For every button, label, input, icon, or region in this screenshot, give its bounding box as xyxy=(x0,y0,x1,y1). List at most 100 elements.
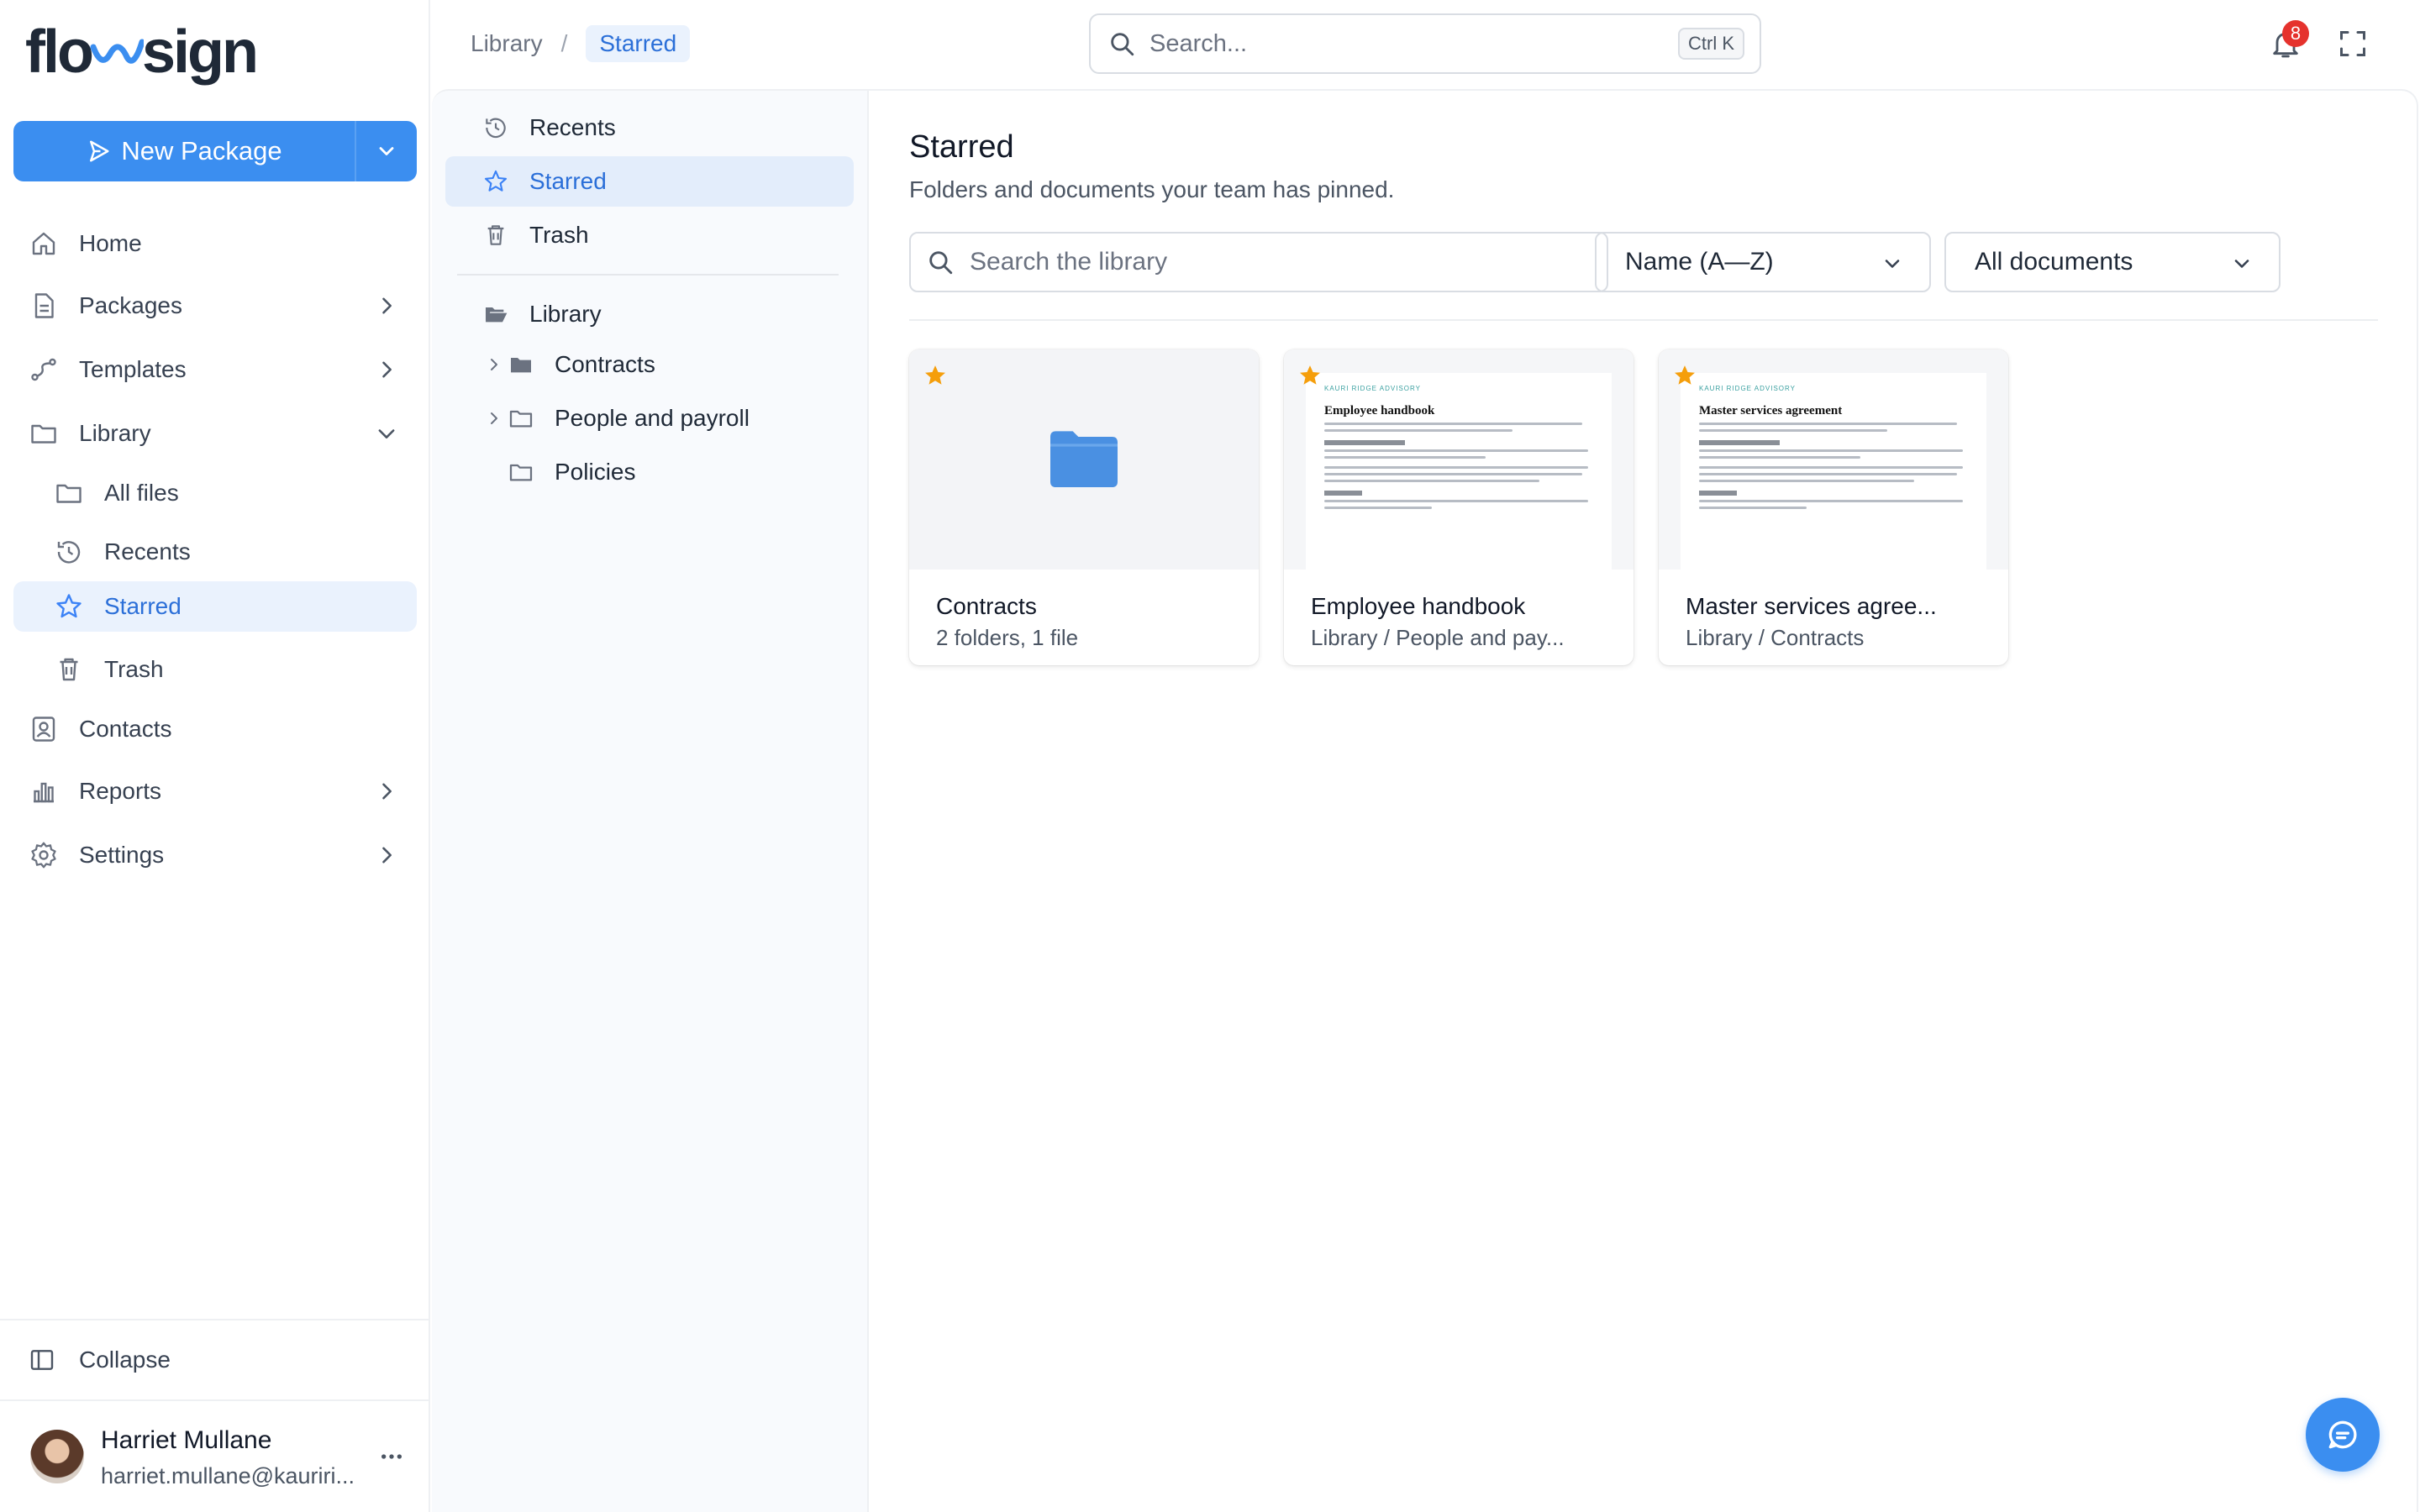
tree-label: Policies xyxy=(555,459,636,485)
logo-text-left: flo xyxy=(25,18,94,86)
library-search-input[interactable]: Search the library xyxy=(909,232,1608,292)
nav-label: Starred xyxy=(104,593,182,619)
filter-value: All documents xyxy=(1975,248,2133,276)
nav-label: Trash xyxy=(104,656,164,682)
user-name: Harriet Mullane xyxy=(101,1426,272,1454)
search-icon xyxy=(1111,33,1134,56)
app-logo[interactable]: flo sign xyxy=(25,18,259,86)
chevron-down-icon xyxy=(379,147,394,155)
chevron-right-icon[interactable] xyxy=(484,354,504,375)
folder-icon xyxy=(509,410,533,428)
tree-item-policies[interactable]: Policies xyxy=(445,447,854,497)
folder-icon xyxy=(509,464,533,481)
tree-label: Contracts xyxy=(555,351,655,377)
starred-icon[interactable] xyxy=(1672,363,1697,388)
library-tree-panel: Recents Starred Trash Library Contracts … xyxy=(432,89,869,1512)
home-icon xyxy=(32,232,55,255)
nav-item-trash[interactable]: Trash xyxy=(13,640,417,699)
document-brand: KAURI RIDGE ADVISORY xyxy=(1699,385,1796,392)
chevron-right-icon xyxy=(382,297,392,314)
fullscreen-icon[interactable] xyxy=(2338,29,2368,59)
folder-icon xyxy=(511,358,531,373)
tree-label: Starred xyxy=(529,168,607,194)
tree-label: Library xyxy=(529,301,602,327)
nav-item-packages[interactable]: Packages xyxy=(13,276,417,336)
folder-icon xyxy=(1050,431,1118,487)
card-thumbnail xyxy=(909,349,1259,570)
nav-label: Settings xyxy=(79,842,165,868)
tree-label: Trash xyxy=(529,222,589,248)
history-icon xyxy=(486,118,506,138)
card-thumbnail: KAURI RIDGE ADVISORY Employee handbook xyxy=(1284,349,1634,570)
nav-label: Library xyxy=(79,420,151,446)
tree-label: Recents xyxy=(529,114,616,140)
toolbar-divider xyxy=(909,319,2378,321)
route-icon xyxy=(31,358,56,381)
logo-text-right: sign xyxy=(141,18,259,86)
starred-icon[interactable] xyxy=(1297,363,1323,388)
card-meta: 2 folders, 1 file xyxy=(936,625,1079,650)
history-icon xyxy=(57,541,81,564)
nav-label: Home xyxy=(79,230,142,256)
sort-value: Name (A—Z) xyxy=(1625,248,1774,276)
global-search-input[interactable]: Search... Ctrl K xyxy=(1089,13,1761,74)
starred-card-master-services-agreement[interactable]: KAURI RIDGE ADVISORY Master services agr… xyxy=(1659,349,2008,665)
nav-item-recents[interactable]: Recents xyxy=(13,522,417,581)
new-package-button[interactable]: New Package xyxy=(13,121,355,181)
new-package-button-group: New Package xyxy=(13,121,417,181)
chevron-right-icon xyxy=(382,361,392,378)
nav-item-all-files[interactable]: All files xyxy=(13,464,417,522)
starred-card-employee-handbook[interactable]: KAURI RIDGE ADVISORY Employee handbook E… xyxy=(1284,349,1634,665)
nav-item-home[interactable]: Home xyxy=(13,213,417,274)
star-icon xyxy=(484,170,508,192)
chevron-right-icon xyxy=(382,783,392,800)
document-brand: KAURI RIDGE ADVISORY xyxy=(1324,385,1421,392)
document-filter-select[interactable]: All documents xyxy=(1944,232,2281,292)
tree-item-starred[interactable]: Starred xyxy=(445,156,854,207)
chevron-down-icon xyxy=(378,429,395,438)
tree-item-library[interactable]: Library xyxy=(445,289,854,339)
card-title: Employee handbook xyxy=(1311,593,1526,619)
tree-divider xyxy=(457,274,839,276)
tree-item-people-and-payroll[interactable]: People and payroll xyxy=(445,393,854,444)
nav-item-templates[interactable]: Templates xyxy=(13,339,417,400)
sidebar-collapse-icon xyxy=(30,1350,54,1370)
nav-label: Recents xyxy=(104,538,191,564)
breadcrumb-library[interactable]: Library xyxy=(471,30,543,57)
nav-item-reports[interactable]: Reports xyxy=(13,761,417,822)
document-preview: KAURI RIDGE ADVISORY Master services agr… xyxy=(1681,373,1986,570)
library-search-placeholder: Search the library xyxy=(970,248,1168,276)
starred-icon[interactable] xyxy=(923,363,948,388)
breadcrumb-separator: / xyxy=(560,30,568,56)
trash-icon xyxy=(487,225,504,245)
collapse-sidebar-button[interactable]: Collapse xyxy=(0,1319,429,1399)
starred-card-contracts[interactable]: Contracts 2 folders, 1 file xyxy=(909,349,1259,665)
nav-item-settings[interactable]: Settings xyxy=(13,825,417,885)
nav-item-contacts[interactable]: Contacts xyxy=(13,699,417,759)
card-meta: Library / People and pay... xyxy=(1311,625,1565,650)
chevron-right-icon xyxy=(382,847,392,864)
folder-icon xyxy=(56,484,82,503)
card-title: Contracts xyxy=(936,593,1037,619)
document-preview: KAURI RIDGE ADVISORY Employee handbook xyxy=(1306,373,1612,570)
more-horizontal-icon[interactable] xyxy=(378,1443,405,1470)
nav-item-library[interactable]: Library xyxy=(13,403,417,464)
tree-item-trash[interactable]: Trash xyxy=(445,210,854,260)
search-placeholder: Search... xyxy=(1150,29,1248,57)
breadcrumb-starred[interactable]: Starred xyxy=(586,25,691,62)
tree-item-contracts[interactable]: Contracts xyxy=(445,339,854,390)
nav-item-starred[interactable]: Starred xyxy=(13,581,417,632)
shortcut-hint: Ctrl K xyxy=(1678,28,1744,60)
document-icon xyxy=(34,293,54,318)
gear-icon xyxy=(31,842,56,869)
user-profile[interactable]: Harriet Mullane harriet.mullane@kauriri.… xyxy=(0,1399,429,1512)
page-subtitle: Folders and documents your team has pinn… xyxy=(909,176,1395,202)
tree-item-recents[interactable]: Recents xyxy=(445,102,854,153)
chevron-right-icon[interactable] xyxy=(484,408,504,428)
folder-icon xyxy=(31,424,56,444)
sort-select[interactable]: Name (A—Z) xyxy=(1595,232,1931,292)
trash-icon xyxy=(60,658,78,681)
folder-open-icon xyxy=(486,307,508,323)
chat-support-button[interactable] xyxy=(2306,1398,2380,1472)
new-package-dropdown-button[interactable] xyxy=(356,121,417,181)
